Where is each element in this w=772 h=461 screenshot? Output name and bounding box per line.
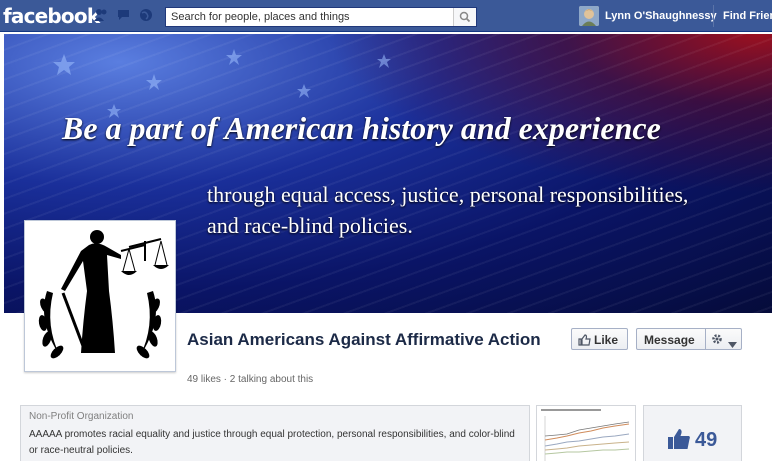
find-friends-link[interactable]: Find Frien (723, 10, 772, 22)
user-name[interactable]: Lynn O'Shaughnessy (605, 10, 717, 22)
search-placeholder: Search for people, places and things (171, 11, 350, 23)
gear-icon (711, 333, 723, 348)
like-label: Like (594, 333, 619, 347)
search-button[interactable] (453, 8, 476, 26)
lady-justice-logo (38, 230, 169, 359)
page-content: Be a part of American history and experi… (0, 32, 772, 461)
top-bar: facebook Search for people, places and t… (0, 0, 772, 32)
message-button[interactable]: Message (636, 328, 742, 350)
photos-thumbnail[interactable] (536, 405, 636, 461)
notifications-globe-icon[interactable] (139, 8, 154, 22)
chevron-down-icon (728, 337, 737, 351)
page-title[interactable]: Asian Americans Against Affirmative Acti… (187, 329, 547, 351)
thumbs-up-icon (578, 334, 591, 349)
page-description: AAAAA promotes racial equality and justi… (29, 429, 515, 456)
chart-thumbnail-image (537, 406, 635, 461)
search-input[interactable]: Search for people, places and things (165, 7, 477, 27)
cover-title: Be a part of American history and experi… (62, 110, 661, 146)
cover-subtitle-line2: and race-blind policies. (207, 213, 413, 238)
message-label: Message (644, 333, 695, 347)
cover-subtitle-line1: through equal access, justice, personal … (207, 182, 689, 207)
profile-picture[interactable] (24, 220, 176, 372)
page-category[interactable]: Non-Profit Organization (29, 411, 134, 422)
friend-requests-icon[interactable] (94, 8, 109, 22)
search-icon (459, 11, 471, 23)
like-button[interactable]: Like (571, 328, 628, 350)
likes-count: 49 (695, 429, 718, 451)
topbar-divider (713, 5, 714, 27)
messages-icon[interactable] (117, 8, 132, 22)
thumbs-up-icon (667, 428, 691, 455)
cover-subtitle: through equal access, justice, personal … (207, 179, 688, 241)
about-box: Non-Profit Organization AAAAA promotes r… (20, 405, 530, 461)
page-stats: 49 likes · 2 talking about this (187, 374, 314, 385)
likes-box[interactable]: 49 (643, 405, 742, 461)
facebook-logo[interactable]: facebook (3, 4, 100, 28)
page-options-dropdown[interactable] (705, 329, 743, 349)
avatar[interactable] (579, 6, 599, 26)
